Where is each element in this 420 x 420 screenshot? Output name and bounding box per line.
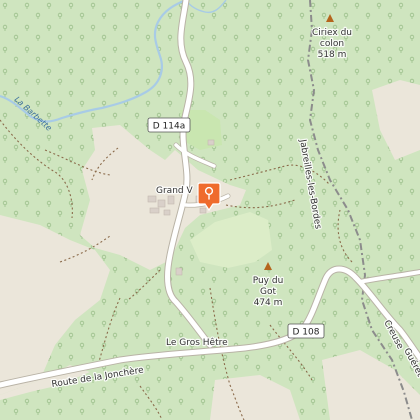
place-label-gros-hetre: Le Gros Hêtre: [166, 337, 228, 348]
map-canvas[interactable]: D 114a D 108 Route de la Jonchère Grand …: [0, 0, 420, 420]
peak-name-line1: Ciriex du: [312, 28, 352, 38]
place-label-grand-v: Grand V: [156, 186, 193, 196]
road-shield-d114a: D 114a: [147, 117, 191, 133]
peak-name-line1: Puy du: [253, 276, 284, 286]
road-shield-d114a-label: D 114a: [153, 122, 185, 132]
peak-name-line2: Got: [260, 287, 276, 297]
peak-elevation: 474 m: [254, 298, 283, 308]
peak-elevation: 518 m: [318, 50, 347, 60]
road-shield-d108: D 108: [287, 323, 325, 339]
peak-name-line2: colon: [320, 39, 344, 49]
road-shield-d108-label: D 108: [293, 328, 320, 338]
